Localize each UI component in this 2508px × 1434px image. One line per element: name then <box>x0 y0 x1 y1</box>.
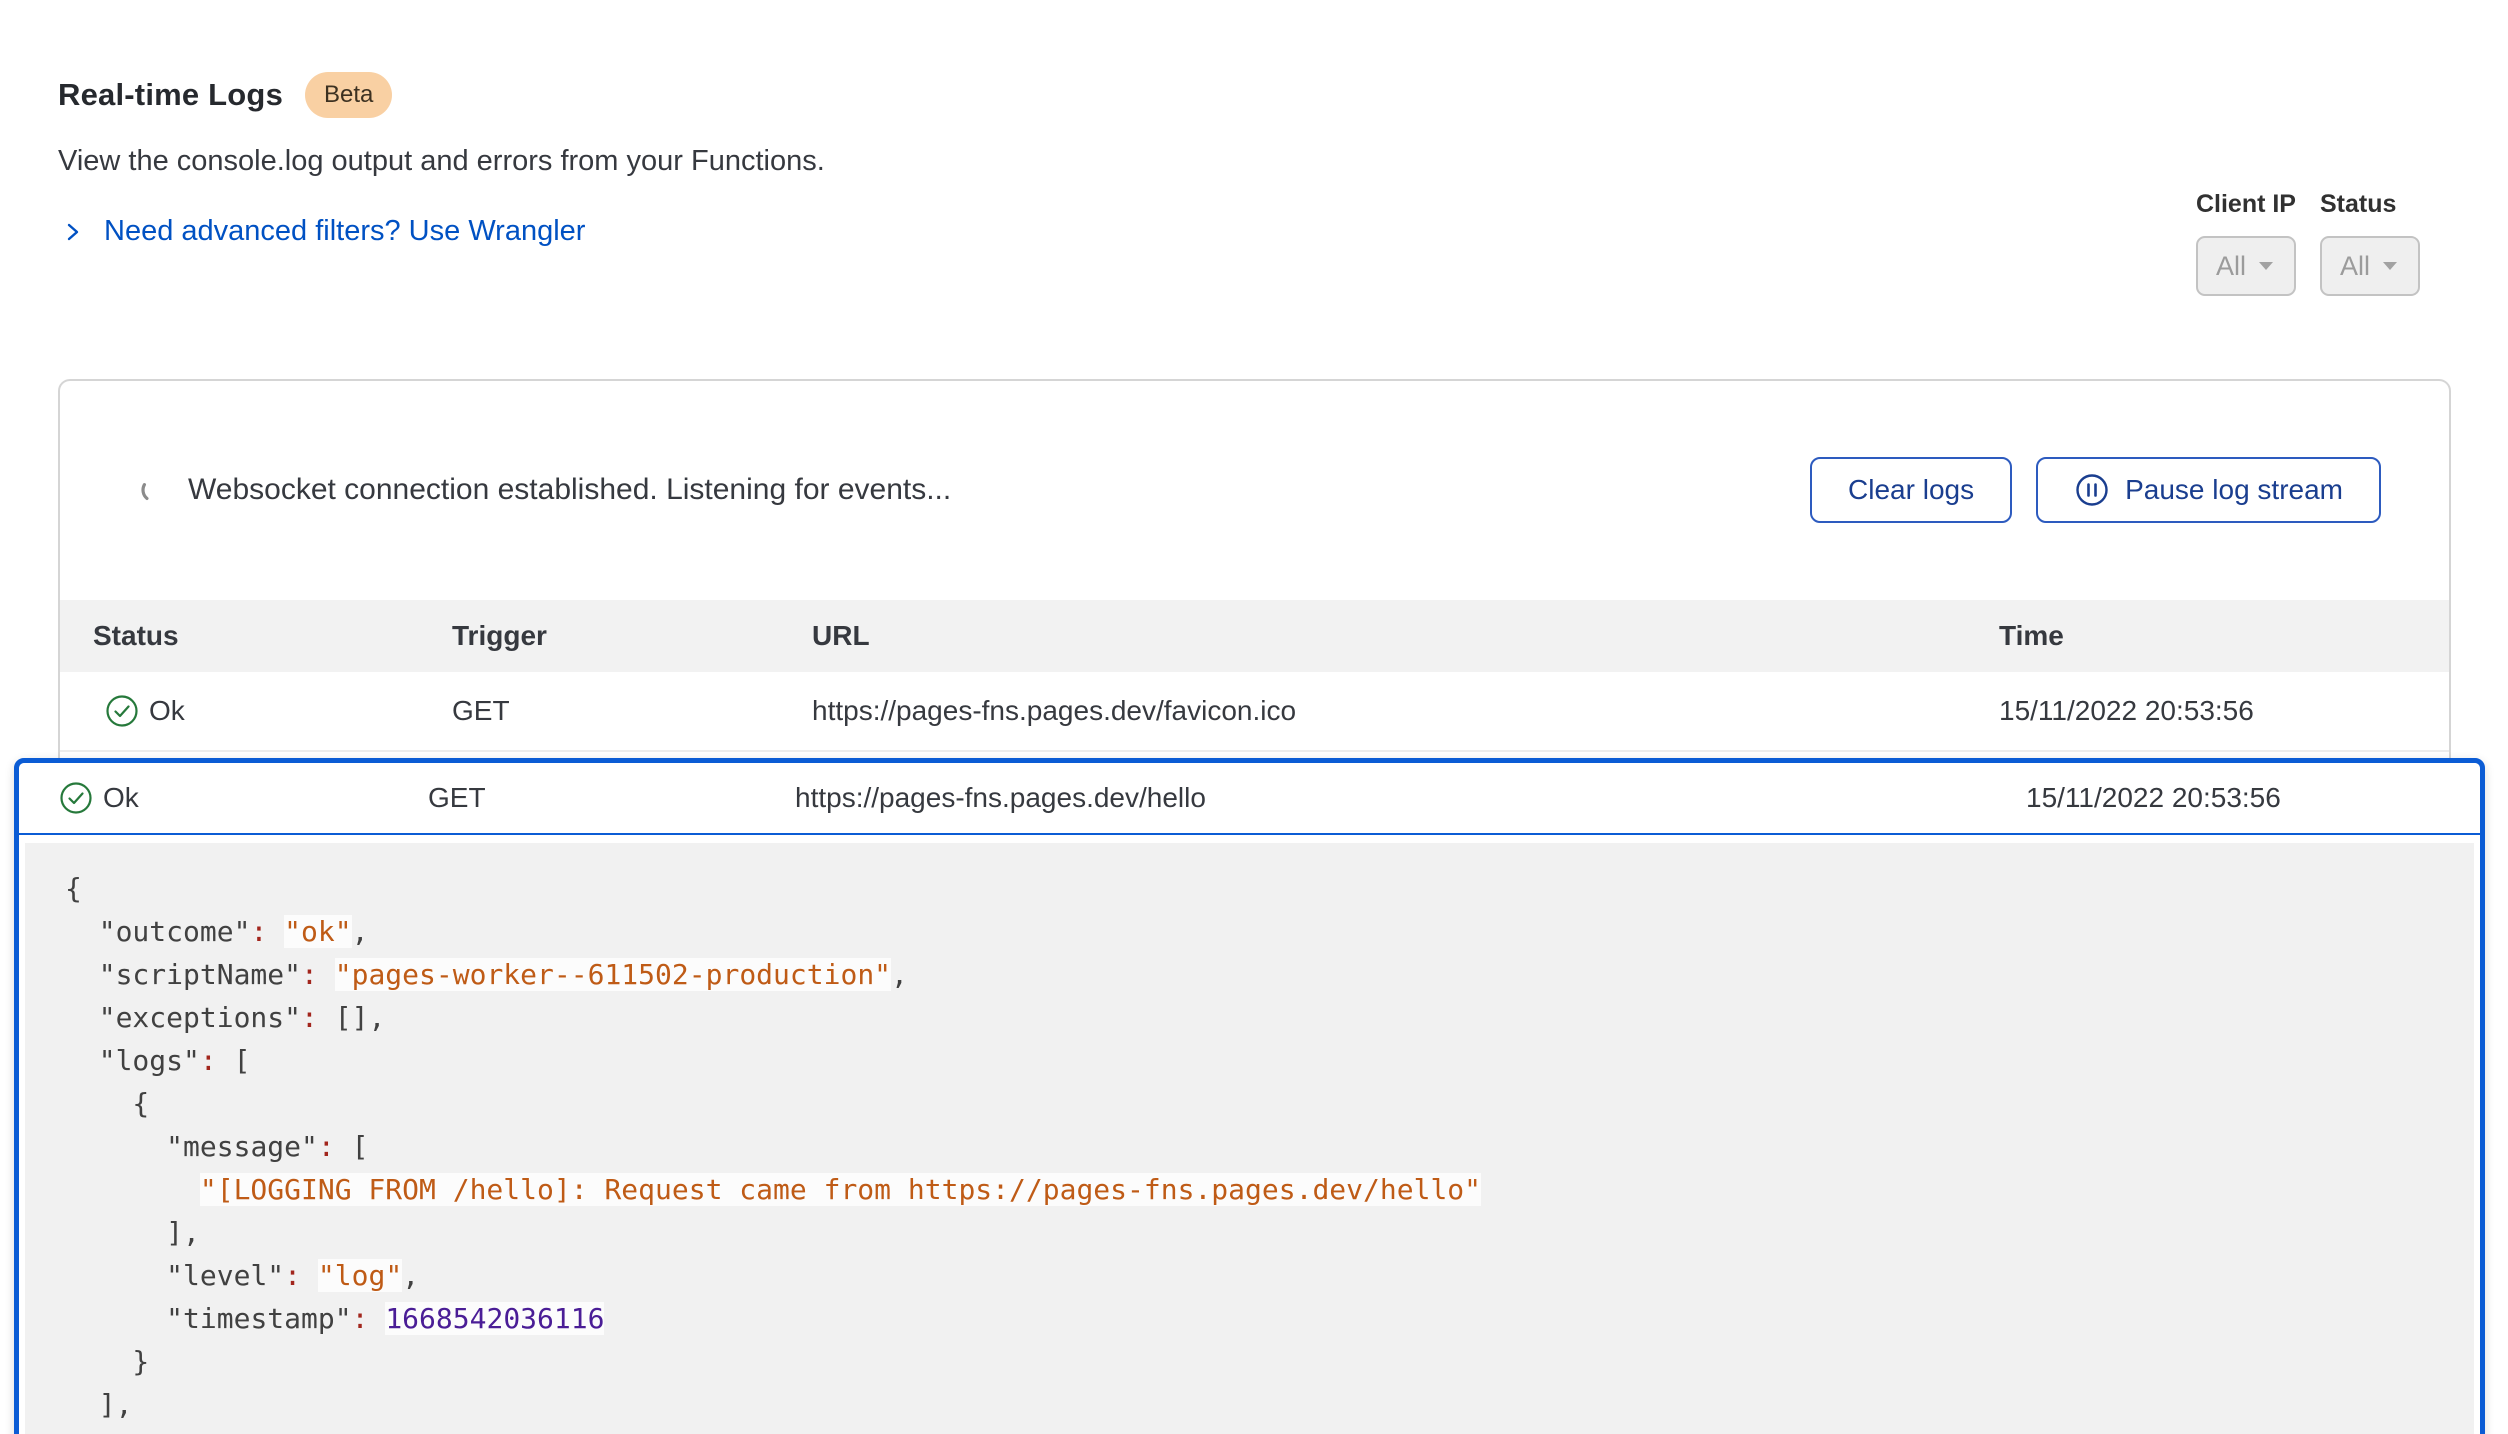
log-row-time: 15/11/2022 20:53:56 <box>1999 695 2449 727</box>
page-title: Real-time Logs <box>58 77 283 113</box>
caret-down-icon <box>2380 259 2400 273</box>
json-line: "level": "log", <box>65 1254 2454 1297</box>
page-subtitle: View the console.log output and errors f… <box>58 145 825 178</box>
log-row-trigger: GET <box>452 695 812 727</box>
json-line: "scriptName": "pages-worker--611502-prod… <box>65 953 2454 996</box>
log-row-favicon[interactable]: Ok GET https://pages-fns.pages.dev/favic… <box>60 672 2449 752</box>
check-circle-icon <box>105 694 139 728</box>
selected-row-time: 15/11/2022 20:53:56 <box>2026 782 2480 814</box>
caret-down-icon <box>2256 259 2276 273</box>
selected-row-status: Ok <box>103 782 139 814</box>
filters: Client IP All Status All <box>2196 190 2420 296</box>
json-line: "logs": [ <box>65 1039 2454 1082</box>
client-ip-dropdown[interactable]: All <box>2196 236 2296 296</box>
client-ip-dropdown-value: All <box>2216 251 2246 282</box>
chevron-right-icon <box>58 217 88 247</box>
beta-badge: Beta <box>305 72 392 118</box>
json-line: } <box>65 1340 2454 1383</box>
column-header-trigger: Trigger <box>452 620 812 652</box>
check-circle-icon <box>59 781 93 815</box>
json-line: "outcome": "ok", <box>65 910 2454 953</box>
websocket-status-text: Websocket connection established. Listen… <box>188 473 951 507</box>
loading-spinner-icon <box>140 476 168 504</box>
log-row-status: Ok <box>149 695 185 727</box>
column-header-status: Status <box>93 620 452 652</box>
page-header: Real-time Logs Beta View the console.log… <box>58 72 825 248</box>
realtime-logs-page: Real-time Logs Beta View the console.log… <box>0 0 2508 1434</box>
selected-row-trigger: GET <box>428 782 795 814</box>
json-line: "message": [ <box>65 1125 2454 1168</box>
json-line: { <box>65 1082 2454 1125</box>
status-dropdown-value: All <box>2340 251 2370 282</box>
pause-log-stream-label: Pause log stream <box>2125 474 2343 506</box>
selected-row-url: https://pages-fns.pages.dev/hello <box>795 782 2026 814</box>
log-table-header: Status Trigger URL Time <box>60 600 2449 672</box>
clear-logs-label: Clear logs <box>1848 474 1974 506</box>
logs-toolbar: Websocket connection established. Listen… <box>60 457 2449 523</box>
log-row-url: https://pages-fns.pages.dev/favicon.ico <box>812 695 1999 727</box>
json-line: ], <box>65 1211 2454 1254</box>
wrangler-link[interactable]: Need advanced filters? Use Wrangler <box>104 215 585 248</box>
pause-log-stream-button[interactable]: Pause log stream <box>2036 457 2381 523</box>
json-line: "timestamp": 1668542036116 <box>65 1297 2454 1340</box>
client-ip-label: Client IP <box>2196 190 2296 219</box>
clear-logs-button[interactable]: Clear logs <box>1810 457 2012 523</box>
column-header-time: Time <box>1999 620 2449 652</box>
selected-log-row[interactable]: Ok GET https://pages-fns.pages.dev/hello… <box>19 763 2480 835</box>
status-filter-label: Status <box>2320 190 2420 219</box>
json-line: "exceptions": [], <box>65 996 2454 1039</box>
json-line: { <box>65 867 2454 910</box>
json-line: "[LOGGING FROM /hello]: Request came fro… <box>65 1168 2454 1211</box>
column-header-url: URL <box>812 620 1999 652</box>
websocket-status: Websocket connection established. Listen… <box>140 473 951 507</box>
json-log-viewer: { "outcome": "ok", "scriptName": "pages-… <box>25 843 2474 1434</box>
json-line: ], <box>65 1383 2454 1426</box>
status-dropdown[interactable]: All <box>2320 236 2420 296</box>
selected-log-entry: Ok GET https://pages-fns.pages.dev/hello… <box>14 758 2485 1434</box>
pause-circle-icon <box>2074 472 2110 508</box>
